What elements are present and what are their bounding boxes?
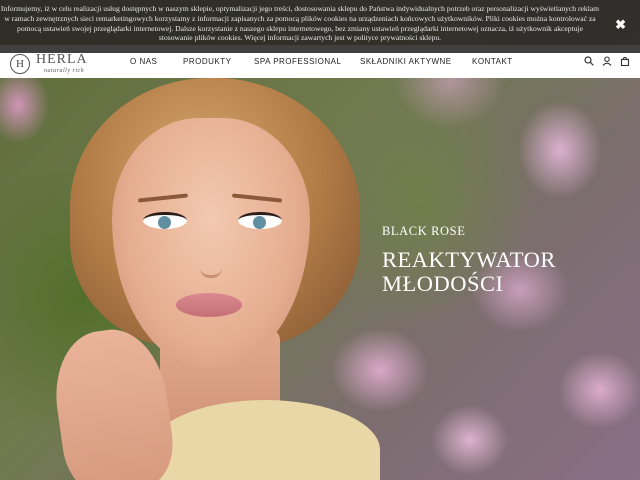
main-menu: O NAS PRODUKTY SPA PROFESSIONAL SKŁADNIK… [0, 57, 640, 71]
menu-item-kontakt[interactable]: KONTAKT [472, 57, 513, 66]
search-icon[interactable] [584, 56, 594, 66]
cart-icon[interactable] [620, 56, 630, 66]
user-icon[interactable] [602, 56, 612, 66]
header-icons [584, 56, 630, 66]
left-eye [143, 212, 187, 229]
model-lips [176, 293, 242, 317]
menu-item-skladniki-aktywne[interactable]: SKŁADNIKI AKTYWNE [360, 57, 452, 66]
hero-headline-line1: REAKTYWATOR [382, 247, 556, 272]
close-icon[interactable]: ✖ [615, 17, 626, 33]
model-nose [200, 235, 222, 278]
cookie-banner-text: Informujemy, iż w celu realizacji usług … [0, 4, 600, 43]
cookie-banner: Informujemy, iż w celu realizacji usług … [0, 0, 640, 53]
menu-item-spa-professional[interactable]: SPA PROFESSIONAL [254, 57, 341, 66]
menu-item-produkty[interactable]: PRODUKTY [183, 57, 231, 66]
right-eye [238, 212, 282, 229]
hero-headline-line2: MŁODOŚCI [382, 271, 504, 296]
hero-headline[interactable]: REAKTYWATOR MŁODOŚCI [382, 248, 556, 296]
menu-item-o-nas[interactable]: O NAS [130, 57, 157, 66]
hero-subtitle: BLACK ROSE [382, 224, 466, 238]
